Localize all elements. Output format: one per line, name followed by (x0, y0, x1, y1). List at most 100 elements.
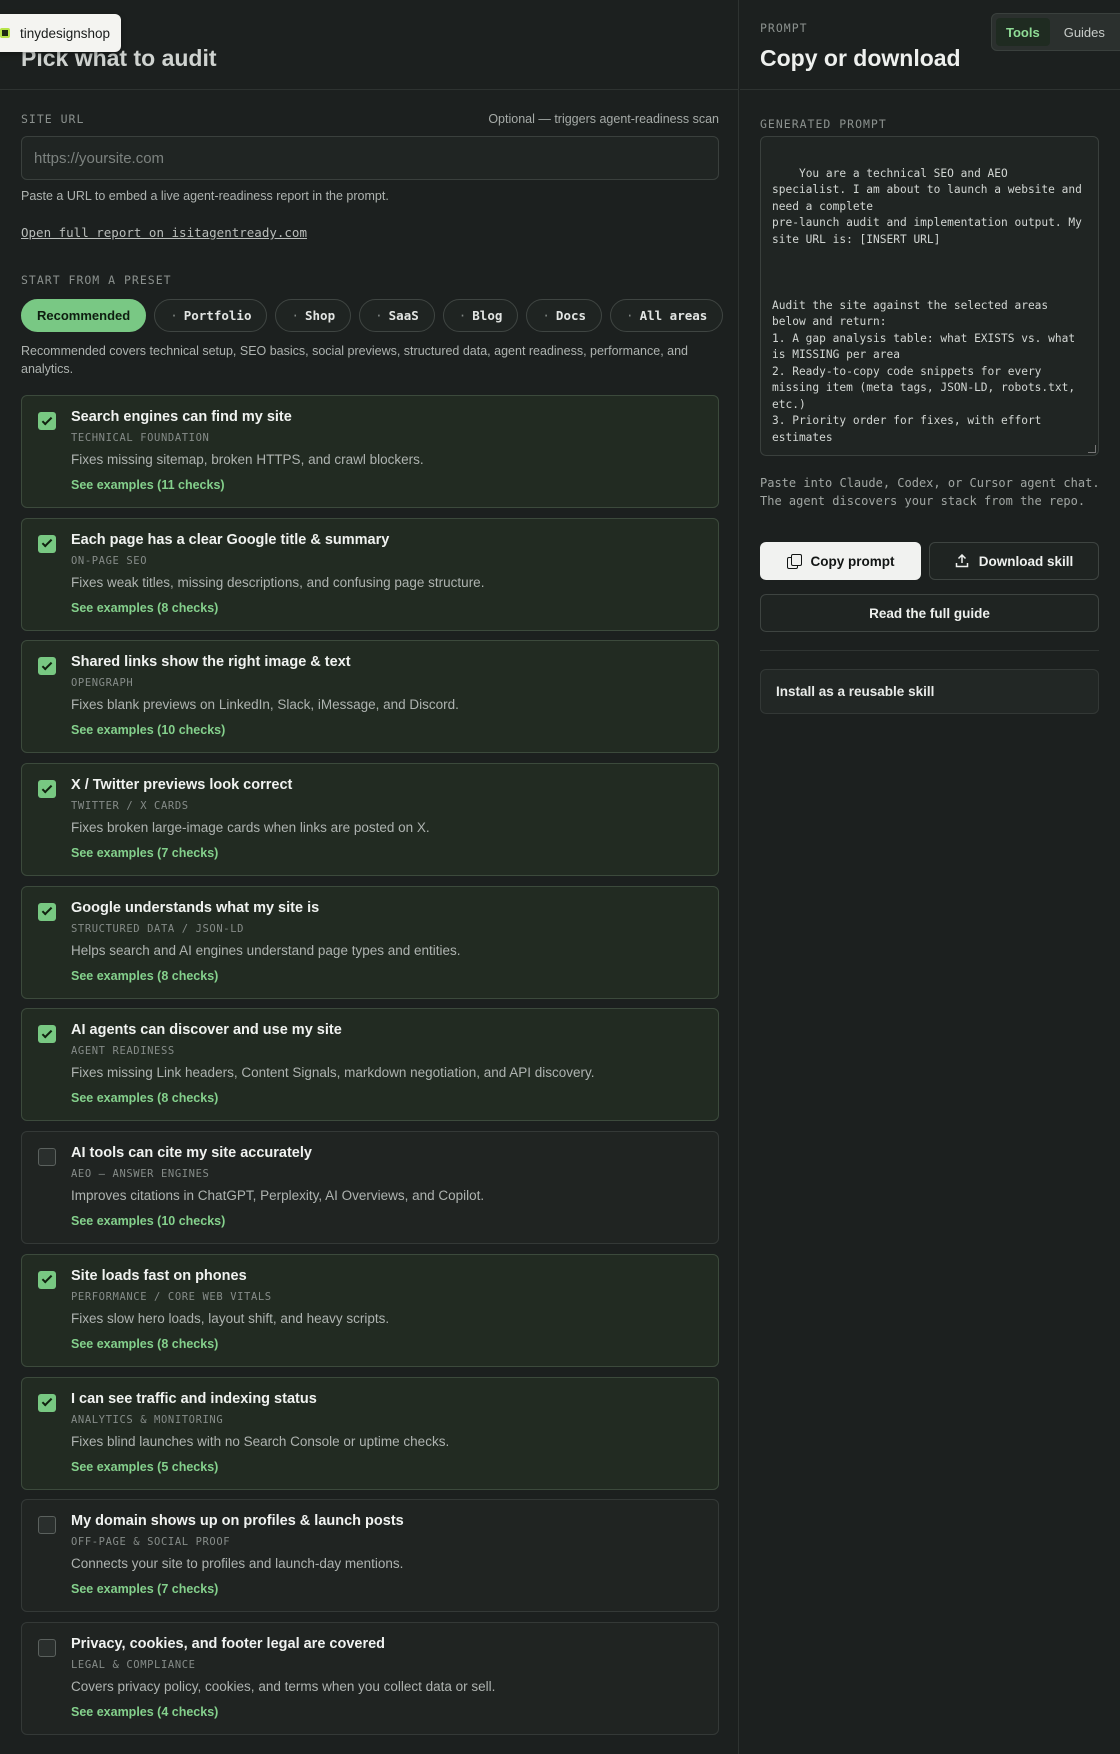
checkbox-checked[interactable] (38, 412, 56, 430)
audit-area-title: X / Twitter previews look correct (71, 777, 293, 794)
see-examples-link[interactable]: See examples (10 checks) (71, 723, 225, 737)
audit-area-list: Search engines can find my site TECHNICAL… (21, 395, 719, 1745)
preset-list: Recommended · Portfolio · Shop · SaaS · Blog… (21, 299, 724, 332)
copy-prompt-button[interactable]: Copy prompt (760, 542, 921, 580)
preset-description: Recommended covers technical setup, SEO … (21, 344, 689, 376)
site-url-input[interactable] (21, 136, 719, 180)
checkbox-checked[interactable] (38, 1393, 56, 1412)
checkmark-icon (41, 1395, 53, 1407)
preset-docs[interactable]: · Docs (526, 299, 603, 332)
brand-badge[interactable]: tinydesignshop (0, 14, 121, 52)
see-examples-link[interactable]: See examples (4 checks) (71, 1705, 218, 1719)
generated-prompt-textarea[interactable]: You are a technical SEO and AEO speciali… (760, 136, 1099, 456)
audit-area-description: Covers privacy policy, cookies, and term… (71, 1678, 496, 1694)
audit-area-card[interactable]: AI agents can discover and use my site AG… (21, 1008, 719, 1122)
prompt-eyebrow: PROMPT (760, 21, 808, 35)
see-examples-link[interactable]: See examples (10 checks) (71, 1214, 225, 1228)
audit-area-card[interactable]: X / Twitter previews look correct TWITTER… (21, 763, 719, 877)
checkbox-checked[interactable] (38, 534, 56, 553)
checkmark-icon (41, 1273, 53, 1284)
audit-area-tag: AGENT READINESS (71, 1045, 175, 1058)
preset-blog[interactable]: · Blog (442, 299, 519, 332)
audit-panel: Pick what to audit SITE URL Optional — t… (0, 0, 739, 1754)
audit-area-title: My domain shows up on profiles & launch … (71, 1513, 404, 1530)
audit-area-tag: TECHNICAL FOUNDATION (71, 432, 210, 444)
read-guide-button[interactable]: Read the full guide (760, 594, 1099, 632)
nav-tab-guides[interactable]: Guides (1054, 18, 1115, 46)
checkmark-icon (41, 1027, 53, 1039)
preset-shop[interactable]: · Shop (275, 299, 352, 332)
install-skill-toggle[interactable]: Install as a reusable skill (760, 669, 1099, 714)
see-examples-link[interactable]: See examples (8 checks) (71, 1091, 218, 1105)
audit-area-tag: PERFORMANCE / CORE WEB VITALS (71, 1290, 272, 1303)
audit-area-title: Site loads fast on phones (71, 1267, 247, 1284)
audit-area-card[interactable]: Shared links show the right image & text… (21, 640, 719, 754)
preset-portfolio[interactable]: · Portfolio (154, 299, 268, 332)
see-examples-link[interactable]: See examples (5 checks) (71, 1460, 218, 1474)
audit-area-description: Improves citations in ChatGPT, Perplexit… (71, 1188, 485, 1204)
audit-area-card[interactable]: Google understands what my site is STRUCT… (21, 885, 719, 999)
checkbox-unchecked[interactable] (38, 1148, 56, 1167)
install-skill-label: Install as a reusable skill (776, 684, 935, 699)
preset-all-areas[interactable]: · All areas (610, 299, 724, 332)
see-examples-link[interactable]: See examples (7 checks) (71, 1582, 218, 1596)
checkbox-unchecked[interactable] (38, 1516, 56, 1535)
checkmark-icon (41, 782, 53, 793)
dot-icon: · (291, 308, 299, 323)
audit-area-card[interactable]: I can see traffic and indexing status ANA… (21, 1376, 719, 1490)
see-examples-link[interactable]: See examples (8 checks) (71, 969, 218, 983)
see-examples-link[interactable]: See examples (8 checks) (71, 1337, 218, 1351)
audit-area-card[interactable]: Each page has a clear Google title & sum… (21, 517, 719, 631)
checkbox-checked[interactable] (38, 780, 56, 799)
prompt-title: Copy or download (760, 45, 961, 71)
full-report-link[interactable]: Open full report on isitagentready.com (21, 225, 307, 240)
audit-area-title: Search engines can find my site (71, 409, 292, 425)
checkbox-checked[interactable] (38, 657, 56, 676)
checkbox-checked[interactable] (38, 1270, 56, 1289)
see-examples-link[interactable]: See examples (11 checks) (71, 478, 225, 492)
audit-area-description: Fixes weak titles, missing descriptions,… (71, 574, 485, 590)
preset-label-text: SaaS (388, 308, 419, 323)
read-guide-label: Read the full guide (869, 605, 990, 621)
audit-area-description: Fixes blind launches with no Search Cons… (71, 1433, 450, 1449)
see-examples-link[interactable]: See examples (7 checks) (71, 846, 218, 860)
audit-area-tag: OPENGRAPH (71, 677, 134, 690)
audit-area-description: Fixes missing Link headers, Content Sign… (71, 1065, 595, 1081)
site-url-help: Paste a URL to embed a live agent-readin… (21, 189, 389, 203)
audit-area-card[interactable]: Search engines can find my site TECHNICAL… (21, 395, 719, 508)
audit-area-description: Fixes slow hero loads, layout shift, and… (71, 1310, 390, 1326)
audit-area-title: Google understands what my site is (71, 899, 320, 916)
preset-label: START FROM A PRESET (21, 273, 172, 287)
checkbox-checked[interactable] (38, 902, 56, 921)
audit-area-card[interactable]: My domain shows up on profiles & launch … (21, 1499, 719, 1613)
see-examples-link[interactable]: See examples (8 checks) (71, 601, 218, 615)
preset-saas[interactable]: · SaaS (359, 299, 435, 332)
audit-area-tag: AEO — ANSWER ENGINES (71, 1168, 210, 1181)
audit-area-card[interactable]: AI tools can cite my site accurately AEO … (21, 1131, 719, 1245)
top-nav: Tools Guides (991, 13, 1120, 51)
checkbox-checked[interactable] (38, 1025, 56, 1044)
audit-area-card[interactable]: Site loads fast on phones PERFORMANCE / C… (21, 1253, 719, 1367)
audit-area-tag: OFF-PAGE & SOCIAL PROOF (71, 1536, 231, 1549)
download-skill-label: Download skill (978, 553, 1074, 569)
upload-icon (955, 554, 969, 568)
resize-handle-icon[interactable] (1088, 445, 1096, 453)
audit-area-tag: STRUCTURED DATA / JSON-LD (71, 922, 245, 935)
copy-prompt-label: Copy prompt (810, 553, 895, 569)
audit-area-title: I can see traffic and indexing status (71, 1390, 317, 1407)
download-skill-button[interactable]: Download skill (929, 542, 1099, 580)
audit-area-description: Fixes blank previews on LinkedIn, Slack,… (71, 697, 459, 713)
checkmark-icon (41, 414, 53, 425)
site-url-row: SITE URL Optional — triggers agent-readi… (21, 112, 719, 126)
brand-name: tinydesignshop (20, 25, 111, 41)
audit-area-card[interactable]: Privacy, cookies, and footer legal are c… (21, 1621, 719, 1735)
dot-icon: · (626, 308, 634, 323)
preset-label-text: Recommended (37, 308, 131, 323)
audit-area-title: Each page has a clear Google title & sum… (71, 531, 390, 548)
divider (760, 650, 1099, 651)
checkbox-unchecked[interactable] (38, 1638, 56, 1657)
nav-tab-tools[interactable]: Tools (996, 18, 1050, 46)
preset-recommended[interactable]: Recommended (21, 299, 147, 332)
checkmark-icon (41, 905, 53, 916)
brand-logo-icon (0, 28, 10, 38)
